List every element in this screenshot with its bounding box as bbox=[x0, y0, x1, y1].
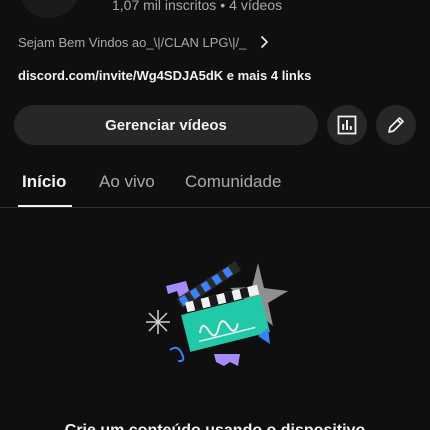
empty-state-text: Crie um conteúdo usando o dispositivo bbox=[0, 422, 430, 430]
tabs-divider bbox=[0, 207, 430, 208]
channel-description-row[interactable]: Sejam Bem Vindos ao_\|/CLAN LPG\|/_ bbox=[18, 32, 272, 52]
analytics-button[interactable] bbox=[327, 105, 367, 145]
sparkle-shape bbox=[146, 310, 170, 334]
manage-videos-button[interactable]: Gerenciar vídeos bbox=[14, 105, 318, 145]
stats-separator: • bbox=[220, 0, 226, 13]
edit-channel-button[interactable] bbox=[376, 105, 416, 145]
pencil-icon bbox=[388, 117, 404, 133]
purple-cup-shape bbox=[214, 354, 240, 366]
clapperboard-illustration bbox=[146, 260, 288, 366]
channel-stats: 1,07 mil inscritos • 4 vídeos bbox=[112, 0, 282, 13]
channel-links[interactable]: discord.com/invite/Wg4SDJA5dK e mais 4 l… bbox=[18, 68, 311, 83]
tab-ao-vivo[interactable]: Ao vivo bbox=[99, 172, 155, 192]
channel-avatar[interactable] bbox=[18, 0, 80, 18]
video-count: 4 vídeos bbox=[229, 0, 283, 13]
tab-inicio[interactable]: Início bbox=[22, 172, 66, 192]
chevron-right-icon bbox=[261, 35, 269, 49]
analytics-icon bbox=[337, 115, 357, 135]
channel-page: 1,07 mil inscritos • 4 vídeos Sejam Bem Vi… bbox=[0, 0, 430, 430]
tab-comunidade[interactable]: Comunidade bbox=[185, 172, 281, 192]
channel-description: Sejam Bem Vindos ao_\|/CLAN LPG\|/_ bbox=[18, 34, 247, 50]
channel-tabs: Início Ao vivo Comunidade bbox=[0, 160, 430, 208]
subscriber-count: 1,07 mil inscritos bbox=[112, 0, 217, 13]
squiggle-shape bbox=[169, 346, 185, 363]
